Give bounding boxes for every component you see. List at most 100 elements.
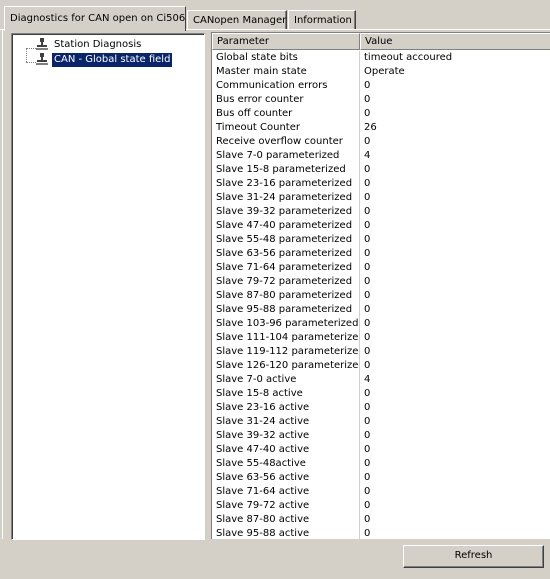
parameter-cell: Slave 47-40 active [212,443,360,457]
value-cell: 0 [364,500,371,511]
parameter-cell: Slave 126-120 parameterized [212,359,360,373]
refresh-button[interactable]: Refresh [403,545,544,568]
tab-canopen-manager-label: CANopen Manager [193,15,287,26]
value-cell: 0 [364,234,371,245]
table-row[interactable]: Master main state Operate [212,65,550,79]
column-header-parameter[interactable]: Parameter [212,33,360,50]
table-row[interactable]: Slave 31-24 parameterized 0 [212,191,550,205]
value-cell: Operate [364,66,405,77]
parameter-cell: Communication errors [212,79,360,93]
diagnosis-tree[interactable]: Station Diagnosis CAN - Global state fie… [11,33,205,540]
value-cell: 0 [364,346,371,357]
table-row[interactable]: Slave 87-80 parameterized 0 [212,289,550,303]
value-cell: 0 [364,388,371,399]
parameter-cell: Slave 15-8 parameterized [212,163,360,177]
value-cell: 0 [364,430,371,441]
device-icon [36,38,48,50]
table-row[interactable]: Communication errors 0 [212,79,550,93]
table-row[interactable]: Slave 95-88 parameterized 0 [212,303,550,317]
tree-connector [26,48,27,62]
table-row[interactable]: Slave 119-112 parameterized 0 [212,345,550,359]
table-row[interactable]: Slave 63-56 active 0 [212,471,550,485]
parameter-cell: Slave 95-88 parameterized [212,303,360,317]
tab-information[interactable]: Information [288,10,356,29]
value-cell: 0 [364,444,371,455]
table-row[interactable]: Slave 47-40 parameterized 0 [212,219,550,233]
parameter-cell: Slave 23-16 active [212,401,360,415]
table-row[interactable]: Slave 55-48active 0 [212,457,550,471]
table-row[interactable]: Slave 39-32 active 0 [212,429,550,443]
value-cell: 0 [364,164,371,175]
table-row[interactable]: Slave 95-88 active 0 [212,527,550,539]
table-row[interactable]: Slave 7-0 parameterized 4 [212,149,550,163]
table-row[interactable]: Slave 63-56 parameterized 0 [212,247,550,261]
table-row[interactable]: Slave 47-40 active 0 [212,443,550,457]
value-cell: timeout accoured [364,52,453,63]
table-row[interactable]: Slave 87-80 active 0 [212,513,550,527]
tab-diagnostics-label: Diagnostics for CAN open on Ci506 [10,13,186,24]
table-row[interactable]: Timeout Counter 26 [212,121,550,135]
value-cell: 0 [364,486,371,497]
table-row[interactable]: Slave 15-8 parameterized 0 [212,163,550,177]
parameter-grid[interactable]: Parameter Value Global state bits timeout… [211,32,550,539]
value-cell: 0 [364,248,371,259]
value-cell: 0 [364,276,371,287]
parameter-cell: Slave 79-72 active [212,499,360,513]
table-row[interactable]: Slave 111-104 parameterized 0 [212,331,550,345]
table-row[interactable]: Global state bits timeout accoured [212,51,550,65]
value-cell: 0 [364,94,371,105]
parameter-cell: Slave 31-24 parameterized [212,191,360,205]
parameter-cell: Slave 39-32 parameterized [212,205,360,219]
tab-canopen-manager[interactable]: CANopen Manager [187,10,287,29]
tree-connector [26,62,36,63]
value-cell: 4 [364,374,371,385]
parameter-cell: Slave 119-112 parameterized [212,345,360,359]
tab-strip: Diagnostics for CAN open on Ci506 CANope… [0,0,550,31]
value-cell: 0 [364,528,371,539]
table-row[interactable]: Bus error counter 0 [212,93,550,107]
parameter-cell: Slave 71-64 parameterized [212,261,360,275]
table-row[interactable]: Receive overflow counter 0 [212,135,550,149]
table-row[interactable]: Slave 23-16 active 0 [212,401,550,415]
value-cell: 0 [364,332,371,343]
table-row[interactable]: Slave 79-72 parameterized 0 [212,275,550,289]
value-cell: 0 [364,290,371,301]
parameter-cell: Slave 7-0 active [212,373,360,387]
value-cell: 0 [364,514,371,525]
table-row[interactable]: Slave 15-8 active 0 [212,387,550,401]
value-cell: 0 [364,108,371,119]
table-row[interactable]: Slave 71-64 active 0 [212,485,550,499]
value-cell: 0 [364,192,371,203]
column-header-value[interactable]: Value [360,33,550,50]
parameter-cell: Receive overflow counter [212,135,360,149]
table-row[interactable]: Slave 23-16 parameterized 0 [212,177,550,191]
tab-diagnostics[interactable]: Diagnostics for CAN open on Ci506 [4,6,186,31]
parameter-cell: Slave 95-88 active [212,527,360,539]
value-cell: 0 [364,136,371,147]
value-cell: 0 [364,304,371,315]
parameter-cell: Slave 31-24 active [212,415,360,429]
table-row[interactable]: Slave 55-48 parameterized 0 [212,233,550,247]
parameter-cell: Slave 63-56 active [212,471,360,485]
value-cell: 0 [364,206,371,217]
value-cell: 0 [364,458,371,469]
table-row[interactable]: Slave 31-24 active 0 [212,415,550,429]
tree-item-label: Station Diagnosis [54,39,142,50]
tree-item-label: CAN - Global state field [50,52,174,68]
table-row[interactable]: Slave 7-0 active 4 [212,373,550,387]
table-row[interactable]: Slave 71-64 parameterized 0 [212,261,550,275]
parameter-cell: Slave 7-0 parameterized [212,149,360,163]
parameter-cell: Slave 87-80 active [212,513,360,527]
table-row[interactable]: Slave 103-96 parameterized 0 [212,317,550,331]
table-row[interactable]: Slave 79-72 active 0 [212,499,550,513]
grid-rows: Global state bits timeout accoured Master … [212,51,550,539]
parameter-cell: Slave 23-16 parameterized [212,177,360,191]
parameter-cell: Slave 55-48active [212,457,360,471]
value-cell: 0 [364,178,371,189]
table-row[interactable]: Bus off counter 0 [212,107,550,121]
table-row[interactable]: Slave 126-120 parameterized 0 [212,359,550,373]
parameter-cell: Slave 15-8 active [212,387,360,401]
value-cell: 0 [364,262,371,273]
table-row[interactable]: Slave 39-32 parameterized 0 [212,205,550,219]
parameter-cell: Slave 71-64 active [212,485,360,499]
